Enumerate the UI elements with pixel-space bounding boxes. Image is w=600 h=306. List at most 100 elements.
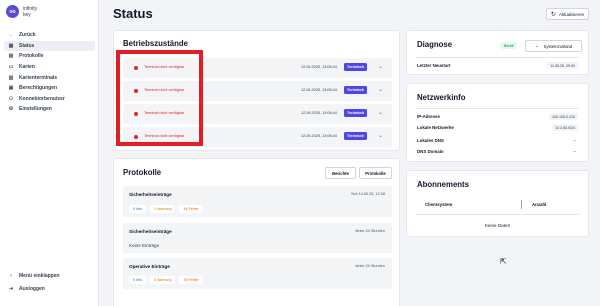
info-count-badge: 0 Info [129,205,146,213]
column-header-count: Anzahl [532,202,547,207]
sidebar-item-label: Karten [19,64,35,71]
tab-logs[interactable]: Protokolle [359,167,392,179]
sidebar-item-label: Protokolle [19,53,44,60]
diagnosis-title: Diagnose [417,40,453,49]
sidebar-item-einstellungen[interactable]: ⚙ Einstellungen [4,104,95,115]
network-info-card: Netzwerkinfo IP-Adresse 100.106.0.215 Lo… [406,83,589,162]
category-badge: Technisch [344,109,367,117]
chevron-down-icon[interactable]: ⌄ [378,63,383,70]
operating-states-title: Betriebszustände [123,39,188,48]
sidebar-item-label: Kartenterminals [19,74,58,81]
sidebar-item-karten[interactable]: ▭ Karten [4,62,95,73]
page-title: Status [113,6,153,21]
last-restart-label: Letzter Neustart [417,63,451,68]
status-badge: Bereit [500,42,518,49]
grid-icon: ▦ [8,42,14,49]
column-header-client: Clientsystem [425,202,453,207]
warning-count-badge: 5 Warnung [150,276,176,284]
list-item[interactable]: Operative Einträge letzte 24 Stunden 0 I… [123,258,392,289]
warning-count-badge: 1 Warnung [150,205,176,213]
collapse-icon: ‹ [10,272,12,279]
ip-address-label: IP-Adresse [417,114,440,119]
sidebar-nav: ← Zurück ▦ Status ▤ Protokolle ▭ Karten … [4,30,95,115]
sidebar-item-status[interactable]: ▦ Status [4,40,95,52]
empty-message: Keine Einträge [129,243,160,248]
chevron-down-icon: ⌄ [534,43,539,48]
log-counts: 0 Info 5 Warnung 39 Fehler [129,276,203,284]
log-item-title: Operative Einträge [129,264,170,269]
mouse-cursor-icon: ⇱ [500,257,507,266]
chevron-down-icon[interactable]: ⌄ [378,132,383,139]
chevron-down-icon[interactable]: ⌄ [378,86,383,93]
info-count-badge: 0 Info [129,276,146,284]
document-icon: ▤ [8,53,14,60]
tab-reports[interactable]: Berichte [325,167,356,179]
sidebar-item-label: Berechtigungen [19,85,58,92]
collapse-menu-label: Menü einklappen [19,272,60,279]
refresh-icon: ↻ [550,11,556,18]
gear-icon: ⚙ [8,106,14,113]
arrow-left-icon: ← [8,32,14,39]
sidebar: oo infinity key ← Zurück ▦ Status ▤ Prot… [0,0,99,306]
system-state-label: Systemzustand [543,43,573,49]
local-networks-value: 10.3.55.0/24 [552,124,578,131]
list-item[interactable]: Sicherheitseinträge Seit 14.06.25, 12:08… [123,186,392,217]
category-badge: Technisch [344,86,367,94]
logout-button[interactable]: ⇥ Ausloggen [4,282,95,295]
timestamp: 12.06.2025, 13:06:44 [301,111,337,115]
logout-label: Ausloggen [19,285,45,292]
logout-icon: ⇥ [8,285,14,292]
ip-address-value: 100.106.0.215 [549,113,578,120]
sidebar-item-zurueck[interactable]: ← Zurück [4,30,95,41]
category-badge: Technisch [344,63,367,71]
last-restart-value: 11.06.25, 09:00 [547,62,578,69]
divider [416,108,579,109]
error-count-badge: 39 Fehler [179,276,203,284]
divider [416,214,579,215]
logo-mark-icon: oo [6,5,19,18]
divider [416,57,579,58]
logs-card: Protokolle Berichte Protokolle Sicherhei… [113,158,400,306]
category-badge: Technisch [344,132,367,140]
sidebar-item-label: Einstellungen [19,106,52,113]
local-networks-label: Lokale Netzwerke [417,125,454,130]
timestamp: 12.06.2025, 13:06:44 [301,88,337,92]
users-icon: ⚇ [8,95,14,102]
chevron-down-icon[interactable]: ⌄ [378,109,383,116]
sidebar-item-label: Zurück [19,32,36,39]
diagnosis-card: Diagnose Bereit ⌄ Systemzustand Letzter … [406,30,589,75]
subscriptions-title: Abonnements [417,180,469,189]
collapse-menu-button[interactable]: ‹ Menü einklappen [4,269,95,282]
dns-domain-value: -- [573,149,576,154]
list-item[interactable]: Sicherheitseinträge letzte 24 Stunden Ke… [123,223,392,253]
subscriptions-card: Abonnements Clientsystem Anzahl Keine Da… [406,170,589,237]
log-item-range: letzte 24 Stunden [355,264,385,268]
sidebar-item-label: Konnektorbenutzer [19,95,65,102]
log-item-range: Seit 14.06.25, 12:08 [351,192,385,196]
sidebar-item-konnektorbenutzer[interactable]: ⚇ Konnektorbenutzer [4,94,95,105]
sidebar-bottom: ‹ Menü einklappen ⇥ Ausloggen [4,269,95,295]
logo: oo infinity key [6,5,37,18]
timestamp: 12.06.2025, 13:06:44 [301,134,337,138]
highlight-annotation-box [116,50,203,146]
permissions-icon: ▣ [8,85,14,92]
log-item-title: Sicherheitseinträge [129,192,172,197]
column-divider [521,200,522,209]
local-dns-value: -- [573,138,576,143]
logs-title: Protokolle [123,168,162,177]
timestamp: 12.06.2025, 13:06:44 [301,65,337,69]
log-item-range: letzte 24 Stunden [355,229,385,233]
log-item-title: Sicherheitseinträge [129,229,172,234]
empty-message: Keine Daten [484,223,511,228]
sidebar-item-berechtigungen[interactable]: ▣ Berechtigungen [4,83,95,94]
sidebar-item-kartenterminals[interactable]: ▥ Kartenterminals [4,72,95,83]
refresh-button[interactable]: ↻ Aktualisieren [546,8,589,20]
dns-domain-label: DNS Domain [417,149,444,154]
error-count-badge: 44 Fehler [179,205,203,213]
system-state-select[interactable]: ⌄ Systemzustand [525,40,582,52]
local-dns-label: Lokales DNS [417,138,444,143]
cards-icon: ▭ [8,64,14,71]
network-info-title: Netzwerkinfo [417,93,466,102]
sidebar-item-protokolle[interactable]: ▤ Protokolle [4,51,95,62]
logo-text-line2: key [23,11,31,18]
